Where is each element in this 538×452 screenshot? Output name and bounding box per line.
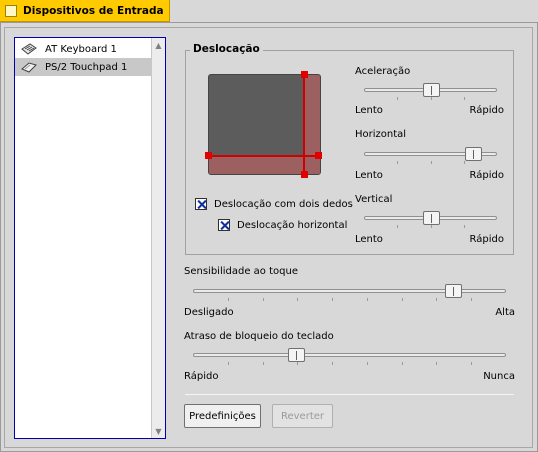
edge-handle-bottom[interactable] bbox=[301, 171, 308, 178]
defaults-button[interactable]: Predefinições bbox=[184, 404, 261, 428]
scroll-up-icon[interactable]: ▲ bbox=[152, 39, 165, 51]
vertical-edge-line[interactable] bbox=[303, 74, 305, 175]
list-item-keyboard[interactable]: AT Keyboard 1 bbox=[15, 40, 151, 58]
horizontal-scroll-checkbox[interactable]: Deslocação horizontal bbox=[218, 219, 347, 231]
acceleration-slider-thumb[interactable] bbox=[423, 83, 440, 97]
tap-sensitivity-label: Sensibilidade ao toque bbox=[184, 266, 298, 277]
checkbox-checked-icon[interactable] bbox=[195, 198, 207, 210]
slider-tick bbox=[228, 298, 229, 301]
device-label: PS/2 Touchpad 1 bbox=[45, 61, 128, 73]
horizontal-speed-slider-thumb[interactable] bbox=[465, 147, 482, 161]
slider-tick bbox=[297, 298, 298, 301]
scrolling-group-title: Deslocação bbox=[190, 43, 263, 55]
device-list[interactable]: AT Keyboard 1 PS/2 Touchpad 1 ▲ ▼ bbox=[14, 37, 166, 439]
slider-tick bbox=[402, 298, 403, 301]
slider-tick bbox=[397, 225, 398, 228]
edge-handle-left[interactable] bbox=[205, 152, 212, 159]
slider-tick bbox=[464, 161, 465, 164]
horizontal-speed-label: Horizontal bbox=[355, 129, 407, 140]
slider-tick bbox=[471, 298, 472, 301]
slider-tick bbox=[332, 362, 333, 365]
vertical-speed-slider-thumb[interactable] bbox=[423, 211, 440, 225]
slider-tick bbox=[332, 298, 333, 301]
acceleration-max-label: Rápido bbox=[469, 105, 504, 116]
slider-tick bbox=[297, 362, 298, 365]
slider-tick bbox=[263, 362, 264, 365]
keyboard-lock-delay-slider-track[interactable] bbox=[193, 353, 506, 357]
slider-tick bbox=[397, 161, 398, 164]
slider-tick bbox=[263, 298, 264, 301]
device-label: AT Keyboard 1 bbox=[45, 43, 117, 55]
divider bbox=[185, 394, 514, 395]
horizontal-speed-min-label: Lento bbox=[355, 170, 383, 181]
acceleration-min-label: Lento bbox=[355, 105, 383, 116]
keyboard-lock-delay-max-label: Nunca bbox=[483, 371, 515, 382]
slider-tick bbox=[367, 298, 368, 301]
keyboard-lock-delay-label: Atraso de bloqueio do teclado bbox=[184, 331, 334, 342]
tap-sensitivity-max-label: Alta bbox=[495, 307, 515, 318]
list-scrollbar[interactable]: ▲ ▼ bbox=[151, 38, 165, 438]
two-finger-scroll-checkbox[interactable]: Deslocação com dois dedos bbox=[195, 198, 353, 210]
slider-tick bbox=[431, 161, 432, 164]
keyboard-lock-delay-slider-thumb[interactable] bbox=[288, 348, 305, 362]
touchpad-icon bbox=[21, 62, 37, 73]
vertical-speed-max-label: Rápido bbox=[469, 234, 504, 245]
tap-sensitivity-min-label: Desligado bbox=[184, 307, 234, 318]
slider-tick bbox=[431, 225, 432, 228]
two-finger-scroll-label: Deslocação com dois dedos bbox=[214, 198, 353, 210]
checkbox-checked-icon[interactable] bbox=[218, 219, 230, 231]
scroll-down-icon[interactable]: ▼ bbox=[152, 425, 165, 437]
acceleration-label: Aceleração bbox=[355, 66, 411, 77]
revert-button[interactable]: Reverter bbox=[272, 404, 333, 428]
vertical-speed-label: Vertical bbox=[355, 194, 393, 205]
window-tab[interactable]: Dispositivos de Entrada bbox=[0, 0, 170, 22]
slider-tick bbox=[464, 225, 465, 228]
keyboard-lock-delay-min-label: Rápido bbox=[184, 371, 219, 382]
tap-sensitivity-slider-thumb[interactable] bbox=[445, 284, 462, 298]
horizontal-speed-max-label: Rápido bbox=[469, 170, 504, 181]
slider-tick bbox=[228, 362, 229, 365]
list-item-touchpad[interactable]: PS/2 Touchpad 1 bbox=[15, 58, 151, 76]
slider-tick bbox=[436, 298, 437, 301]
edge-handle-right[interactable] bbox=[315, 152, 322, 159]
horizontal-scroll-label: Deslocação horizontal bbox=[237, 219, 348, 231]
window-title: Dispositivos de Entrada bbox=[23, 4, 164, 17]
slider-tick bbox=[431, 97, 432, 100]
keyboard-icon bbox=[21, 43, 37, 55]
tab-bar: Dispositivos de Entrada bbox=[0, 0, 538, 22]
slider-tick bbox=[367, 362, 368, 365]
slider-tick bbox=[464, 97, 465, 100]
edge-handle-top[interactable] bbox=[301, 71, 308, 78]
slider-tick bbox=[402, 362, 403, 365]
horizontal-edge-line[interactable] bbox=[208, 155, 321, 157]
slider-tick bbox=[397, 97, 398, 100]
slider-tick bbox=[436, 362, 437, 365]
slider-tick bbox=[471, 362, 472, 365]
window-icon bbox=[5, 4, 17, 17]
vertical-speed-min-label: Lento bbox=[355, 234, 383, 245]
